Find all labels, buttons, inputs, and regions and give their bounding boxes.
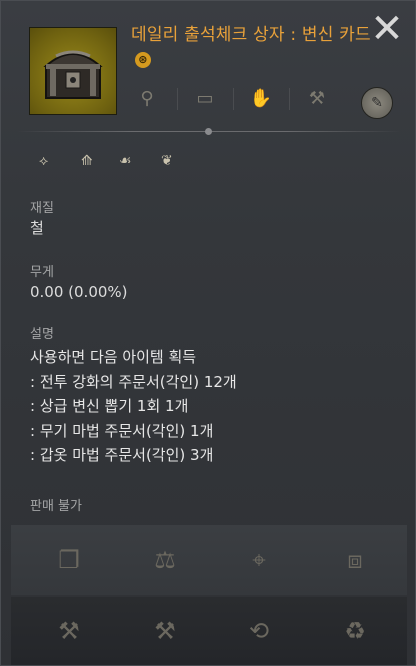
material-label: 재질 [30,201,54,216]
description-line: : 전투 강화의 주문서(각인) 12개 [30,372,237,391]
action-bar-top: ❐ ⚖ ⌖ ⧈ [11,525,407,595]
item-title: 데일리 출석체크 상자 : 변신 카드 ⊛ [131,23,371,73]
hand-icon: ✋ [249,88,273,109]
weight-value: 0.00 (0.00%) [30,283,128,301]
class-elf-icon: ⟰ [81,153,93,169]
description-line: : 상급 변신 뽑기 1회 1개 [30,397,189,415]
magnifier-cycle-icon[interactable]: ⟲ [237,609,281,653]
item-tooltip-panel: 데일리 출석체크 상자 : 변신 카드 ⊛ ✕ ⚲ ▭ ✋ ⚒ ✎ ⟡ ⟰ ☙ ❦… [0,0,416,666]
anvil-icon[interactable]: ⚒ [47,609,91,653]
item-title-text: 데일리 출석체크 상자 : 변신 카드 [131,25,371,45]
material-value: 철 [30,219,44,237]
bound-badge-icon: ⊛ [135,52,151,68]
icon-separator [289,88,290,110]
icon-separator [233,88,234,110]
anvil-icon: ⚒ [308,88,326,109]
treasure-chest-icon[interactable]: ⧈ [333,538,377,582]
map-icon[interactable]: ⌖ [237,538,281,582]
description-line: : 무기 마법 주문서(각인) 1개 [30,421,214,440]
icon-separator [177,88,178,110]
close-icon[interactable]: ✕ [369,9,405,49]
description-line: 사용하면 다음 아이템 획득 [30,348,197,366]
storage-box-icon: ▭ [196,88,214,109]
hammer-icon[interactable]: ⚒ [143,609,187,653]
item-thumbnail [29,27,117,115]
description-label: 설명 [30,327,54,342]
weight-label: 무게 [30,265,54,280]
treasure-chest-icon [43,50,103,99]
divider-ornament [205,128,212,135]
class-knight-icon: ⟡ [39,153,49,169]
description-text: 사용하면 다음 아이템 획득 : 전투 강화의 주문서(각인) 12개 : 상급… [30,345,237,468]
money-bag-icon: ⚲ [140,88,154,109]
book-icon[interactable]: ❐ [47,538,91,582]
scales-icon[interactable]: ⚖ [143,538,187,582]
class-dark-icon: ❦ [161,153,173,169]
description-line: : 갑옷 마법 주문서(각인) 3개 [30,446,214,464]
class-wizard-icon: ☙ [119,153,132,169]
action-bar-bottom: ⚒ ⚒ ⟲ ♻ [11,597,407,665]
sell-status: 판매 불가 [30,499,82,514]
item-info-icons: ⚲ ▭ ✋ ⚒ [133,85,343,119]
class-restriction-icons: ⟡ ⟰ ☙ ❦ [39,151,199,171]
trash-can-icon[interactable]: ♻ [333,609,377,653]
chat-link-button[interactable]: ✎ [361,87,393,119]
